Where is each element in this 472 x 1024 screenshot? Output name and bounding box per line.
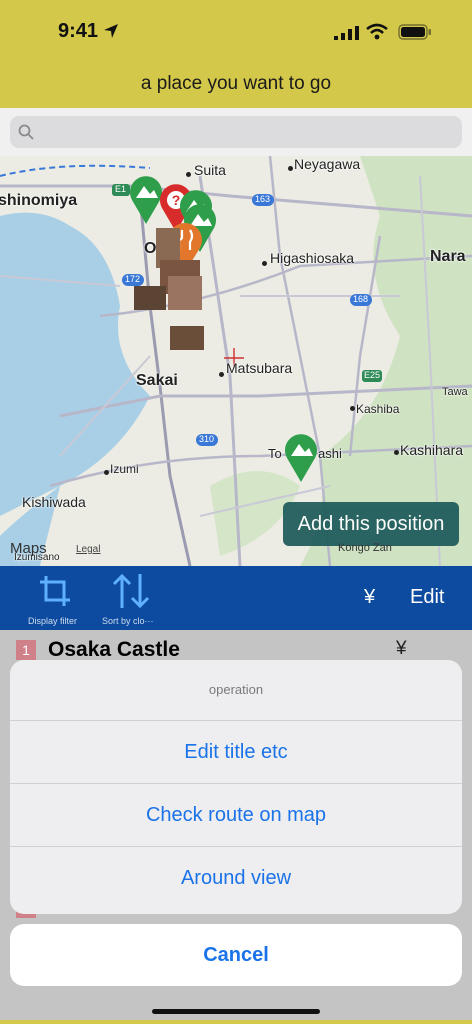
row-price: ¥ [396,638,407,659]
apple-maps-logo: Maps [10,540,47,557]
place-dot [219,372,224,377]
yen-button[interactable]: ¥ [364,586,375,609]
photo-thumbnail[interactable] [168,276,202,310]
maps-label: Maps [10,540,47,557]
place-kishiwada: Kishiwada [22,494,86,510]
place-tondabayashi-b: ashi [318,446,342,461]
nav-bar: a place you want to go [0,62,472,106]
edit-button[interactable]: Edit [410,586,444,609]
place-kashihara: Kashihara [400,442,464,458]
road-label-e25: E25 [364,370,381,380]
around-view-button[interactable]: Around view [10,847,462,909]
place-dot [186,172,191,177]
place-dot [104,470,109,475]
mountain-pin-icon[interactable] [283,432,319,482]
place-tondabayashi-a: To [268,446,282,461]
action-sheet-title: operation [10,660,462,721]
road-label-172: 172 [125,274,141,284]
photo-thumbnail[interactable] [170,326,204,350]
place-dot [350,406,355,411]
check-route-button[interactable]: Check route on map [10,784,462,847]
wifi-icon [366,23,388,40]
place-matsubara: Matsubara [226,360,293,376]
cancel-button[interactable]: Cancel [10,924,462,986]
place-izumi: Izumi [110,462,139,476]
status-bar: 9:41 [0,0,472,62]
place-kongo-zan: Kongo Zan [338,542,392,554]
add-this-position-button[interactable]: Add this position [283,502,459,546]
place-kashiba: Kashiba [356,402,400,416]
crop-filter-icon[interactable] [38,574,72,608]
location-arrow-icon [104,24,118,38]
search-input[interactable] [10,116,462,148]
search-area [0,108,472,156]
photo-thumbnail[interactable] [134,286,166,310]
road-label-e1: E1 [115,184,127,194]
place-suita: Suita [194,162,226,178]
display-filter-label[interactable]: Display filter [28,616,77,626]
place-higashiosaka: Higashiosaka [270,250,355,266]
place-dot [262,261,267,266]
place-nara: Nara [430,248,466,265]
place-dot [288,166,293,171]
status-time: 9:41 [58,20,99,42]
edit-title-button[interactable]: Edit title etc [10,721,462,784]
place-neyagawa: Neyagawa [294,156,361,172]
place-nishinomiya: shinomiya [0,192,78,209]
road-label-310: 310 [199,434,215,444]
search-icon [18,124,34,140]
sort-label[interactable]: Sort by clo··· [102,616,154,626]
place-dot [394,450,399,455]
place-tawa: Tawa [442,386,468,398]
sort-arrows-icon[interactable] [110,572,152,610]
toolbar: Display filter Sort by clo··· ¥ Edit [0,566,472,630]
battery-icon [398,24,431,40]
road-label-163: 163 [255,194,271,204]
action-sheet: operation Edit title etc Check route on … [10,660,462,914]
home-indicator [152,1009,320,1014]
legal-link[interactable]: Legal [76,544,100,555]
cellular-signal-icon [334,26,359,40]
row-title[interactable]: Osaka Castle [48,638,180,662]
page-title: a place you want to go [140,73,332,94]
row-number-badge: 1 [16,640,36,660]
road-label-168: 168 [353,294,369,304]
map-view[interactable]: E1 163 172 168 E25 310 Suita Neyagawa sh… [0,156,472,566]
place-sakai: Sakai [136,372,178,389]
